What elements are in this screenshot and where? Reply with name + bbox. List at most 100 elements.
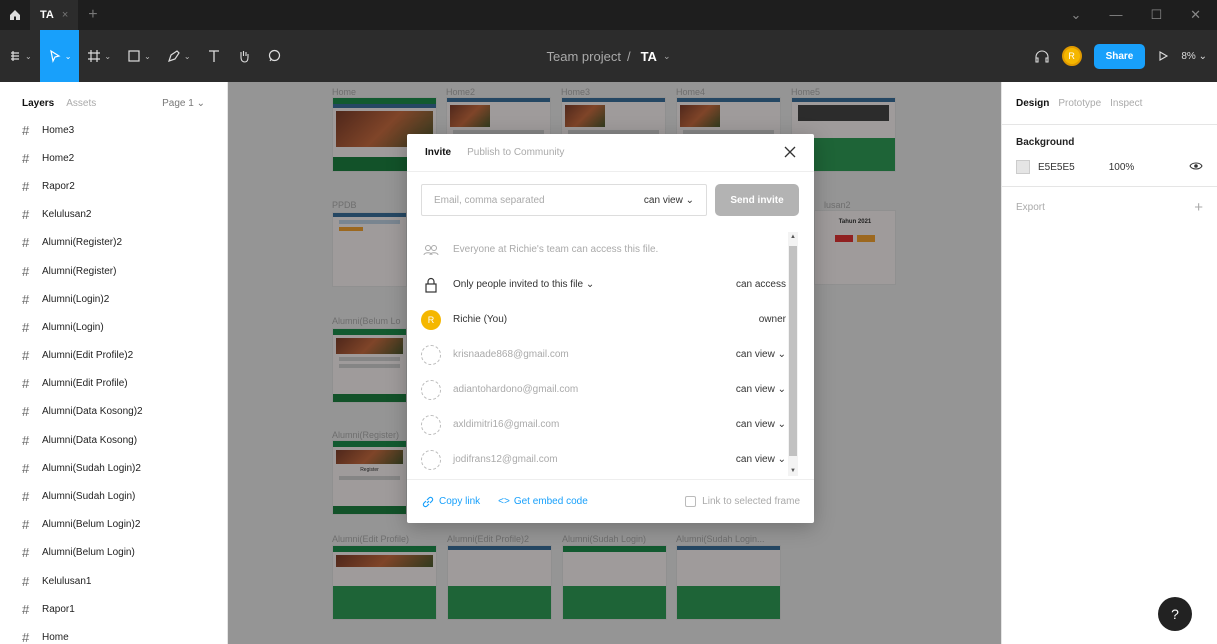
file-name[interactable]: TA — [641, 49, 657, 64]
frame-icon: # — [22, 122, 30, 138]
layer-item[interactable]: # Rapor1 — [0, 595, 228, 623]
layer-item[interactable]: # Alumni(Edit Profile) — [0, 370, 228, 398]
headphones-icon[interactable] — [1034, 49, 1050, 63]
add-export-button[interactable]: + — [1194, 199, 1203, 216]
frame-icon: # — [22, 573, 30, 589]
project-name[interactable]: Team project — [547, 49, 621, 64]
share-button[interactable]: Share — [1093, 43, 1146, 69]
hand-tool[interactable] — [229, 30, 259, 82]
frame-icon: # — [22, 348, 30, 364]
tab-layers[interactable]: Layers — [22, 98, 54, 109]
layer-item[interactable]: # Alumni(Sudah Login)2 — [0, 454, 228, 482]
background-hex[interactable]: E5E5E5 — [1038, 162, 1075, 173]
layer-item[interactable]: # Alumni(Belum Login) — [0, 539, 228, 567]
text-tool[interactable] — [199, 30, 229, 82]
right-panel: Design Prototype Inspect Background E5E5… — [1001, 82, 1217, 644]
avatar — [421, 414, 441, 435]
pen-icon — [167, 50, 180, 62]
scrollbar[interactable]: ▲ ▼ — [788, 232, 798, 476]
link-selected-label: Link to selected frame — [702, 496, 800, 507]
copy-link-button[interactable]: Copy link — [421, 495, 480, 509]
scroll-up-icon[interactable]: ▲ — [788, 234, 798, 240]
email-placeholder: Email, comma separated — [434, 194, 545, 206]
scrollbar-thumb[interactable] — [789, 246, 797, 456]
close-tab-icon[interactable]: × — [62, 9, 68, 21]
tab-invite[interactable]: Invite — [425, 147, 451, 158]
chevron-down-icon[interactable]: ⌄ — [1071, 7, 1082, 23]
scroll-down-icon[interactable]: ▼ — [788, 468, 798, 474]
comment-icon — [268, 49, 280, 62]
file-tab[interactable]: TA × — [30, 0, 79, 30]
layer-item[interactable]: # Alumni(Sudah Login) — [0, 482, 228, 510]
layer-item[interactable]: # Alumni(Edit Profile)2 — [0, 342, 228, 370]
close-icon[interactable] — [784, 142, 796, 163]
invitee-email: adiantohardono@gmail.com — [453, 384, 579, 395]
user-avatar[interactable]: R — [1061, 46, 1082, 66]
background-opacity[interactable]: 100% — [1109, 162, 1135, 173]
role-select[interactable]: can view ⌄ — [736, 384, 786, 395]
background-title: Background — [1016, 137, 1075, 148]
invite-permission-select[interactable]: can view ⌄ — [644, 195, 694, 206]
frame-icon: # — [22, 404, 30, 420]
tab-assets[interactable]: Assets — [66, 98, 96, 109]
present-icon[interactable] — [1157, 50, 1169, 62]
frame-icon: # — [22, 517, 30, 533]
checkbox[interactable] — [685, 496, 697, 507]
comment-tool[interactable] — [259, 30, 289, 82]
home-icon[interactable] — [0, 0, 30, 30]
layer-item[interactable]: # Home2 — [0, 144, 228, 172]
layers-list: # Home3 # Home2 # Rapor2 # Kelulusan2 # Alumn… — [0, 116, 228, 644]
layer-item[interactable]: # Home — [0, 623, 228, 644]
shape-tool[interactable]: ⌄ — [119, 30, 159, 82]
layer-item[interactable]: # Home3 — [0, 116, 228, 144]
layer-item[interactable]: # Alumni(Register)2 — [0, 229, 228, 257]
frame-icon: # — [22, 263, 30, 279]
export-label: Export — [1016, 202, 1045, 213]
role-select[interactable]: can view ⌄ — [736, 454, 786, 465]
layer-item[interactable]: # Alumni(Belum Login)2 — [0, 511, 228, 539]
frame-icon: # — [22, 178, 30, 194]
layer-label: Rapor1 — [42, 603, 75, 615]
left-panel: Layers Assets Page 1 ⌄ # Home3 # Home2 # Ra… — [0, 82, 228, 644]
send-invite-button[interactable]: Send invite — [715, 184, 799, 216]
copy-link-label: Copy link — [439, 496, 481, 507]
color-swatch[interactable] — [1016, 160, 1030, 174]
layer-item[interactable]: # Alumni(Data Kosong)2 — [0, 398, 228, 426]
layer-label: Alumni(Edit Profile)2 — [42, 350, 134, 362]
access-level-select[interactable]: Only people invited to this file ⌄ — [453, 279, 594, 290]
layer-item[interactable]: # Alumni(Login) — [0, 313, 228, 341]
move-tool[interactable]: ⌄ — [39, 30, 80, 82]
page-selector[interactable]: Page 1 ⌄ — [162, 98, 205, 109]
pen-tool[interactable]: ⌄ — [159, 30, 199, 82]
embed-code-label: Get embed code — [513, 496, 588, 507]
link-selected-frame-checkbox[interactable]: Link to selected frame — [685, 496, 800, 507]
layer-item[interactable]: # Alumni(Register) — [0, 257, 228, 285]
role-value: can view — [735, 349, 775, 360]
tab-publish[interactable]: Publish to Community — [467, 147, 564, 158]
tab-inspect[interactable]: Inspect — [1110, 98, 1142, 109]
eye-icon[interactable] — [1189, 160, 1203, 174]
layer-item[interactable]: # Rapor2 — [0, 172, 228, 200]
main-menu-button[interactable]: ⌄ — [0, 30, 40, 82]
minimize-icon[interactable]: — — [1109, 7, 1122, 23]
email-input[interactable]: Email, comma separated can view ⌄ — [421, 184, 707, 216]
chevron-down-icon[interactable]: ⌄ — [663, 51, 671, 62]
layer-label: Alumni(Belum Login) — [42, 547, 135, 559]
frame-icon: # — [22, 207, 30, 223]
tab-prototype[interactable]: Prototype — [1058, 98, 1101, 109]
close-window-icon[interactable]: ✕ — [1190, 7, 1201, 23]
zoom-menu[interactable]: 8% ⌄ — [1181, 51, 1207, 62]
embed-code-button[interactable]: <> Get embed code — [498, 496, 588, 507]
help-button[interactable]: ? — [1158, 597, 1192, 631]
layer-item[interactable]: # Kelulusan1 — [0, 567, 228, 595]
layer-item[interactable]: # Alumni(Login)2 — [0, 285, 228, 313]
layer-item[interactable]: # Alumni(Data Kosong) — [0, 426, 228, 454]
layer-item[interactable]: # Kelulusan2 — [0, 201, 228, 229]
new-tab-button[interactable]: + — [78, 6, 107, 24]
tab-design[interactable]: Design — [1016, 98, 1049, 109]
maximize-icon[interactable]: ☐ — [1150, 7, 1162, 23]
role-select[interactable]: can view ⌄ — [736, 419, 786, 430]
frame-tool[interactable]: ⌄ — [79, 30, 119, 82]
rectangle-icon — [128, 50, 140, 62]
role-select[interactable]: can view ⌄ — [736, 349, 786, 360]
